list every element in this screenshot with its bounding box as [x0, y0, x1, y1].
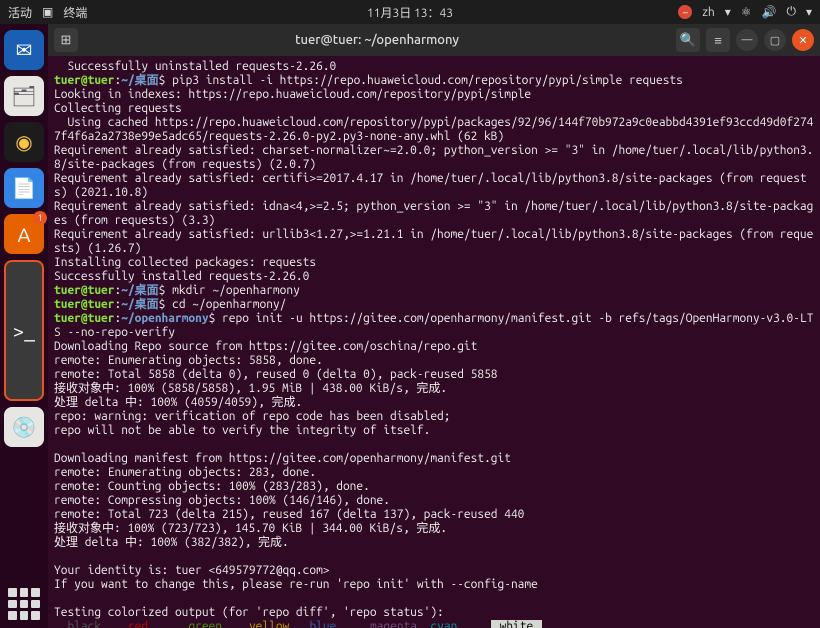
output-line: repo will not be able to verify the inte… — [54, 424, 430, 437]
color-swatch-cyan: cyan — [430, 620, 457, 628]
output-line: Downloading Repo source from https://git… — [54, 340, 477, 353]
output-line: If you want to change this, please re-ru… — [54, 578, 538, 591]
power-icon[interactable]: ⏻ — [786, 5, 796, 19]
dock-app-files[interactable]: 🗂 — [4, 76, 44, 116]
command: mkdir ~/openharmony — [172, 284, 300, 297]
minimize-button[interactable]: — — [736, 29, 758, 51]
network-icon[interactable]: ⚛ — [741, 5, 752, 19]
prompt-path: ~/桌面 — [121, 284, 158, 297]
volume-icon[interactable]: 🔊 — [762, 5, 777, 19]
output-line: 接收对象中: 100% (5858/5858), 1.95 MiB | 438.… — [54, 382, 447, 395]
output-line: remote: Compressing objects: 100% (146/1… — [54, 494, 390, 507]
output-line: 处理 delta 中: 100% (382/382), 完成. — [54, 536, 289, 549]
gnome-topbar: 活动 ▣ 终端 11月3日 13：43 – zh ▾ ⚛ 🔊 ⏻ ▾ — [0, 0, 820, 24]
output-line: remote: Counting objects: 100% (283/283)… — [54, 480, 370, 493]
close-button[interactable]: ✕ — [792, 29, 814, 51]
notification-indicator[interactable]: – — [678, 5, 692, 19]
output-line: Successfully uninstalled requests-2.26.0 — [54, 60, 336, 73]
window-title: tuer@tuer: ~/openharmony — [84, 33, 670, 47]
output-line: Requirement already satisfied: urllib3<1… — [54, 228, 813, 255]
output-line: Testing colorized output (for 'repo diff… — [54, 606, 444, 619]
output-line: Collecting requests — [54, 102, 182, 115]
app-menu-label[interactable]: 终端 — [63, 4, 87, 21]
output-line: Using cached https://repo.huaweicloud.co… — [54, 116, 813, 143]
output-line: 处理 delta 中: 100% (4059/4059), 完成. — [54, 396, 302, 409]
dock: ✉ 🗂 ◉ 📄 A >_ 💿 — [0, 24, 48, 628]
command: cd ~/openharmony/ — [172, 298, 286, 311]
clock[interactable]: 11月3日 13：43 — [367, 4, 453, 21]
activities-button[interactable]: 活动 — [8, 4, 32, 21]
prompt-path: ~/桌面 — [121, 74, 158, 87]
show-applications-button[interactable] — [8, 588, 40, 620]
prompt-path: ~/openharmony — [121, 312, 208, 325]
color-swatch-yellow: yellow — [249, 620, 289, 628]
output-line: repo: warning: verification of repo code… — [54, 410, 450, 423]
input-method-indicator[interactable]: zh — [702, 6, 714, 19]
search-button[interactable]: 🔍 — [676, 28, 700, 52]
prompt-user: tuer@tuer — [54, 312, 114, 325]
terminal-content[interactable]: Successfully uninstalled requests-2.26.0… — [48, 56, 820, 628]
dock-app-thunderbird[interactable]: ✉ — [4, 30, 44, 70]
dock-app-software[interactable]: A — [4, 214, 44, 254]
system-menu-chevron-icon: ▾ — [806, 5, 812, 19]
output-line: remote: Total 723 (delta 215), reused 16… — [54, 508, 524, 521]
color-swatch-white: white — [491, 620, 542, 628]
prompt-path: ~/桌面 — [121, 298, 158, 311]
output-line: Installing collected packages: requests — [54, 256, 316, 269]
prompt-user: tuer@tuer — [54, 284, 114, 297]
color-swatch-black: black — [67, 620, 101, 628]
output-line: Requirement already satisfied: certifi>=… — [54, 172, 807, 199]
prompt-user: tuer@tuer — [54, 298, 114, 311]
output-line: Requirement already satisfied: charset-n… — [54, 144, 813, 171]
color-swatch-red: red — [128, 620, 148, 628]
output-line: Downloading manifest from https://gitee.… — [54, 452, 511, 465]
input-method-chevron-icon: ▾ — [725, 5, 731, 19]
dock-app-dvd[interactable]: 💿 — [4, 407, 44, 447]
dock-app-rhythmbox[interactable]: ◉ — [4, 122, 44, 162]
output-line: remote: Enumerating objects: 283, done. — [54, 466, 316, 479]
terminal-app-icon: ▣ — [42, 5, 53, 19]
color-swatch-magenta: magenta — [370, 620, 417, 628]
terminal-window: ⊞ tuer@tuer: ~/openharmony 🔍 ≡ — ▢ ✕ Suc… — [48, 24, 820, 628]
menu-button[interactable]: ≡ — [706, 28, 730, 52]
dock-app-terminal[interactable]: >_ — [4, 260, 44, 401]
output-line: remote: Total 5858 (delta 0), reused 0 (… — [54, 368, 498, 381]
output-line: Requirement already satisfied: idna<4,>=… — [54, 200, 813, 227]
new-tab-button[interactable]: ⊞ — [54, 28, 78, 52]
output-line: Your identity is: tuer <649579772@qq.com… — [54, 564, 330, 577]
output-line: Looking in indexes: https://repo.huaweic… — [54, 88, 531, 101]
command: pip3 install -i https://repo.huaweicloud… — [172, 74, 683, 87]
output-line: 接收对象中: 100% (723/723), 145.70 KiB | 344.… — [54, 522, 447, 535]
prompt-user: tuer@tuer — [54, 74, 114, 87]
dock-app-docs[interactable]: 📄 — [4, 168, 44, 208]
output-line: remote: Enumerating objects: 5858, done. — [54, 354, 323, 367]
color-swatch-blue: blue — [309, 620, 336, 628]
color-swatch-green: green — [188, 620, 222, 628]
titlebar: ⊞ tuer@tuer: ~/openharmony 🔍 ≡ — ▢ ✕ — [48, 24, 820, 56]
output-line: Successfully installed requests-2.26.0 — [54, 270, 309, 283]
maximize-button[interactable]: ▢ — [764, 29, 786, 51]
